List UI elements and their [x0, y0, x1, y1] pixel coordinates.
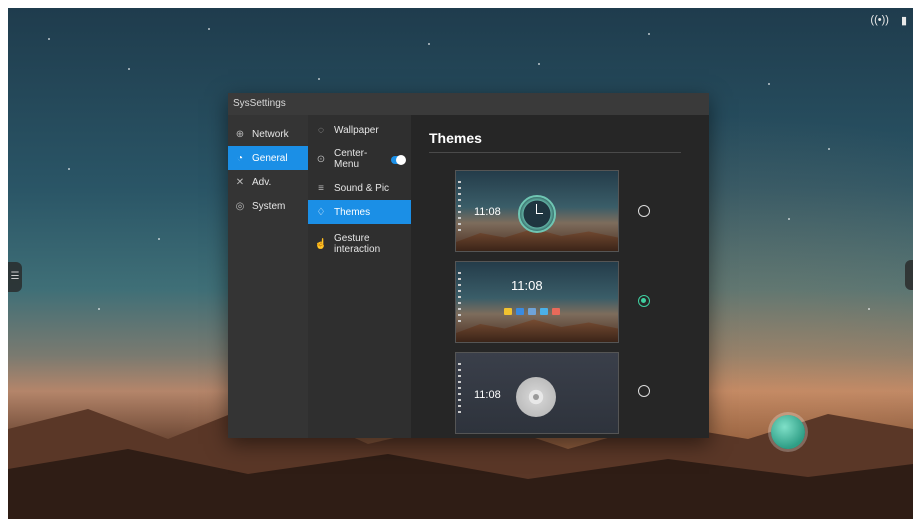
usb-icon[interactable]: ▮	[901, 14, 907, 27]
palette-icon: ◔	[236, 152, 244, 164]
subnav-item-gesture[interactable]: ☝ Gesture interaction	[308, 227, 411, 261]
nav-label: Network	[252, 128, 289, 140]
wheel-menu-icon	[516, 377, 556, 417]
status-icons: ((•)) ▮	[870, 14, 907, 27]
theme-preview-1[interactable]: 11:08	[455, 170, 619, 252]
star	[68, 168, 70, 170]
star	[428, 43, 430, 45]
app-icon	[528, 308, 536, 315]
floating-menu-button[interactable]	[771, 415, 805, 449]
nav-item-adv[interactable]: ✕ Adv.	[228, 170, 308, 194]
subnav-item-sound-pic[interactable]: ≡ Sound & Pic	[308, 176, 411, 200]
nav-item-system[interactable]: ◎ System	[228, 194, 308, 218]
sub-nav: ◌ Wallpaper ⊙ Center-Menu ≡ Sound & Pic …	[308, 115, 411, 438]
app-icon	[552, 308, 560, 315]
star	[828, 148, 830, 150]
preview-app-dock	[504, 308, 560, 315]
subnav-label: Sound & Pic	[334, 182, 390, 194]
globe-icon: ⊕	[235, 128, 245, 140]
center-menu-toggle[interactable]	[391, 155, 406, 165]
subnav-item-center-menu[interactable]: ⊙ Center-Menu	[308, 142, 411, 176]
star	[208, 28, 210, 30]
theme-radio-3[interactable]	[638, 385, 650, 397]
preview-time: 11:08	[511, 278, 543, 293]
theme-radio-2[interactable]	[638, 295, 650, 307]
app-icon	[504, 308, 512, 315]
preview-sidebar	[458, 272, 461, 322]
star	[318, 78, 320, 80]
subnav-item-themes[interactable]: ♢ Themes	[308, 200, 411, 224]
star	[788, 218, 790, 220]
subnav-label: Themes	[334, 206, 371, 218]
preview-sidebar	[458, 363, 461, 413]
subnav-label: Center-Menu	[334, 148, 368, 170]
gear-icon: ◎	[235, 200, 245, 212]
tools-icon: ✕	[235, 176, 245, 188]
subnav-label: Wallpaper	[334, 124, 379, 136]
title-divider	[429, 152, 681, 153]
star	[128, 68, 130, 70]
preview-hills	[456, 319, 618, 342]
subnav-label: Gesture interaction	[334, 233, 381, 255]
theme-preview-3[interactable]: 11:08	[455, 352, 619, 434]
star	[648, 33, 650, 35]
themes-panel: Themes 11:08 11:08 11:08	[411, 115, 709, 438]
main-nav: ⊕ Network ◔ General ✕ Adv. ◎ System	[228, 115, 308, 438]
side-toolbar-left-handle[interactable]: ☰	[8, 262, 22, 292]
preview-time: 11:08	[474, 206, 501, 218]
theme-radio-1[interactable]	[638, 205, 650, 217]
wallpaper-icon: ◌	[318, 124, 324, 136]
nav-label: Adv.	[252, 176, 272, 188]
star	[538, 63, 540, 65]
nav-item-general[interactable]: ◔ General	[228, 146, 308, 170]
subnav-item-wallpaper[interactable]: ◌ Wallpaper	[308, 118, 411, 142]
wifi-hotspot-icon[interactable]: ((•))	[870, 14, 889, 27]
app-icon	[540, 308, 548, 315]
shirt-icon: ♢	[316, 206, 326, 218]
window-title: SysSettings	[228, 93, 709, 115]
settings-window: SysSettings ⊕ Network ◔ General ✕ Adv. ◎…	[228, 93, 709, 438]
star	[98, 308, 100, 310]
app-icon	[516, 308, 524, 315]
star	[768, 83, 770, 85]
star	[158, 238, 160, 240]
target-icon: ⊙	[316, 153, 326, 165]
preview-time: 11:08	[474, 389, 501, 401]
clock-icon	[518, 195, 556, 233]
nav-label: General	[252, 152, 288, 164]
star	[868, 308, 870, 310]
side-toolbar-right-handle[interactable]	[905, 260, 913, 290]
hand-icon: ☝	[314, 238, 328, 250]
star	[48, 38, 50, 40]
equalizer-icon: ≡	[318, 182, 324, 194]
page-title: Themes	[429, 130, 482, 146]
nav-item-network[interactable]: ⊕ Network	[228, 122, 308, 146]
preview-sidebar	[458, 181, 461, 231]
nav-label: System	[252, 200, 286, 212]
theme-preview-2[interactable]: 11:08	[455, 261, 619, 343]
